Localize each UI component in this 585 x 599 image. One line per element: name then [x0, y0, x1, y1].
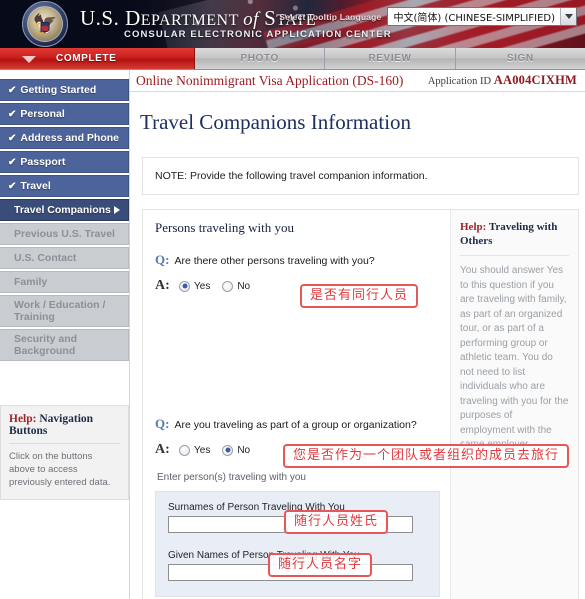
application-id-value: AA004CIXHM: [493, 73, 577, 87]
radio-icon[interactable]: [179, 444, 190, 456]
question-1-radio-yes[interactable]: Yes: [179, 280, 211, 292]
check-icon: ✔: [8, 108, 17, 120]
radio-label: No: [237, 444, 251, 456]
progress-tab-bar: COMPLETE PHOTO REVIEW SIGN: [0, 48, 585, 70]
help-sidebar: Help: Traveling with Others You should a…: [450, 210, 578, 599]
sidebar-item-label: Family: [14, 276, 48, 288]
tooltip-language-select[interactable]: 中文(简体) (CHINESE-SIMPLIFIED): [387, 7, 577, 26]
radio-icon[interactable]: [179, 280, 190, 292]
sidebar-item-label: Address and Phone: [20, 132, 119, 144]
sidebar-item-security-and-background[interactable]: Security and Background: [0, 329, 129, 361]
sidebar-item-label: Previous U.S. Travel: [14, 228, 115, 240]
sidebar-item-travel[interactable]: ✔ Travel: [0, 175, 129, 197]
check-icon: ✔: [8, 156, 17, 168]
chevron-down-icon[interactable]: [560, 8, 576, 25]
sidebar-item-label: Travel: [20, 180, 51, 192]
help-title: Help: Traveling with Others: [460, 220, 569, 256]
sidebar-item-family[interactable]: Family: [0, 271, 129, 293]
radio-icon[interactable]: [222, 280, 234, 292]
help-label: Help:: [460, 221, 487, 233]
annotation-surnames: 随行人员姓氏: [284, 510, 389, 534]
note-box: NOTE: Provide the following travel compa…: [142, 157, 579, 195]
language-selected-value: 中文(简体) (CHINESE-SIMPLIFIED): [393, 13, 555, 24]
question-2-block: Q: Are you traveling as part of a group …: [155, 416, 570, 468]
sidebar-item-label: Work / Education / Training: [14, 299, 106, 323]
question-2-radio-yes[interactable]: Yes: [179, 444, 211, 456]
sidebar-item-us-contact[interactable]: U.S. Contact: [0, 247, 129, 269]
question-marker: Q:: [155, 252, 170, 267]
agency-title-us: U.S.: [80, 6, 126, 30]
question-1-block: Q: Are there other persons traveling wit…: [155, 252, 440, 308]
us-department-of-state-seal-icon: 🦅: [22, 1, 68, 47]
radio-label: Yes: [194, 280, 211, 292]
question-2-line: Q: Are you traveling as part of a group …: [155, 416, 440, 432]
main-content: Online Nonimmigrant Visa Application (DS…: [130, 70, 585, 599]
shield-icon: [40, 21, 50, 32]
question-2-radio-no[interactable]: No: [222, 444, 251, 456]
navigation-help-title: Help: Navigation Buttons: [9, 413, 120, 444]
annotation-question-2: 您是否作为一个团队或者组织的成员去旅行: [283, 444, 570, 468]
check-icon: ✔: [8, 180, 17, 192]
navigation-help-box: Help: Navigation Buttons Click on the bu…: [0, 405, 129, 500]
answer-marker: A:: [155, 278, 170, 293]
radio-label: No: [237, 280, 251, 292]
question-2-radio-group: Yes No: [179, 444, 251, 456]
annotation-given-names: 随行人员名字: [268, 553, 373, 577]
agency-title-state-cap: S: [264, 6, 277, 30]
application-titlebar: Online Nonimmigrant Visa Application (DS…: [130, 70, 585, 92]
sidebar-item-label: Security and Background: [14, 333, 78, 357]
help-label: Help:: [9, 413, 37, 425]
question-1-radio-no[interactable]: No: [222, 280, 251, 292]
companion-names-panel: Surnames of Person Traveling With You Gi…: [155, 491, 440, 597]
sidebar-item-address-and-phone[interactable]: ✔ Address and Phone: [0, 127, 129, 149]
tab-sign[interactable]: SIGN: [456, 48, 585, 69]
answer-marker: A:: [155, 442, 170, 457]
question-1-line: Q: Are there other persons traveling wit…: [155, 252, 440, 268]
check-icon: ✔: [8, 132, 17, 144]
sidebar-item-travel-companions[interactable]: Travel Companions: [0, 199, 129, 221]
sidebar-navigation: ✔ Getting Started ✔ Personal ✔ Address a…: [0, 70, 130, 599]
agency-title-of: of: [243, 9, 265, 30]
chevron-right-icon: [114, 206, 120, 214]
form-panel: Persons traveling with you Q: Are there …: [142, 209, 579, 599]
agency-subtitle: CONSULAR ELECTRONIC APPLICATION CENTER: [124, 29, 392, 40]
question-2-text: Are you traveling as part of a group or …: [174, 419, 417, 431]
sidebar-item-work-education-training[interactable]: Work / Education / Training: [0, 295, 129, 327]
question-1-text: Are there other persons traveling with y…: [174, 255, 375, 267]
sidebar-item-personal[interactable]: ✔ Personal: [0, 103, 129, 125]
radio-label: Yes: [194, 444, 211, 456]
sidebar-item-label: Personal: [20, 108, 65, 120]
active-tab-caret-icon: [22, 56, 36, 63]
check-icon: ✔: [8, 84, 17, 96]
tab-photo[interactable]: PHOTO: [195, 48, 326, 69]
help-body: You should answer Yes to this question i…: [460, 265, 569, 450]
question-marker: Q:: [155, 416, 170, 431]
site-header-banner: 🦅 U.S. DEPARTMENT of STATE CONSULAR ELEC…: [0, 0, 585, 48]
sidebar-item-getting-started[interactable]: ✔ Getting Started: [0, 79, 129, 101]
language-label: Select Tooltip Language: [279, 11, 382, 22]
page-title: Travel Companions Information: [140, 110, 412, 134]
sidebar-item-label: Getting Started: [20, 84, 97, 96]
sidebar-item-passport[interactable]: ✔ Passport: [0, 151, 129, 173]
language-selector-group: Select Tooltip Language 中文(简体) (CHINESE-…: [279, 7, 577, 26]
question-1-radio-group: Yes No: [179, 280, 251, 292]
navigation-help-body: Click on the buttons above to access pre…: [9, 451, 111, 488]
radio-icon[interactable]: [222, 444, 234, 456]
sidebar-item-previous-us-travel[interactable]: Previous U.S. Travel: [0, 223, 129, 245]
page-body: ✔ Getting Started ✔ Personal ✔ Address a…: [0, 70, 585, 599]
sidebar-item-label: Travel Companions: [14, 204, 111, 216]
enter-persons-note: Enter person(s) traveling with you: [157, 472, 306, 483]
tab-review[interactable]: REVIEW: [325, 48, 456, 69]
section-heading: Persons traveling with you: [155, 220, 295, 235]
application-id: Application ID AA004CIXHM: [428, 73, 577, 88]
agency-title-dept-cap: D: [125, 6, 141, 30]
ceac-ds160-page: 🦅 U.S. DEPARTMENT of STATE CONSULAR ELEC…: [0, 0, 585, 599]
form-left-column: Persons traveling with you Q: Are there …: [143, 210, 570, 599]
sidebar-item-label: Passport: [20, 156, 66, 168]
application-id-label: Application ID: [427, 76, 494, 87]
agency-title-dept: EPARTMENT: [140, 12, 244, 29]
sidebar-item-label: U.S. Contact: [14, 252, 77, 264]
page-application-title: Online Nonimmigrant Visa Application (DS…: [136, 72, 404, 88]
annotation-question-1: 是否有同行人员: [300, 284, 419, 308]
